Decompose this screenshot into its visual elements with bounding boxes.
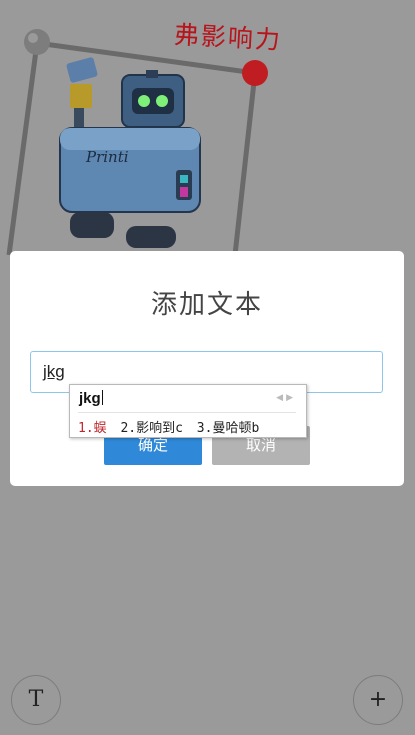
ime-candidate-list: 1.蜈 2.影响到c 3.曼哈顿b — [78, 417, 265, 436]
text-tool-button[interactable]: T — [11, 675, 61, 725]
ime-candidate-popup: jkg ◀▶ 1.蜈 2.影响到c 3.曼哈顿b — [69, 384, 307, 438]
frame-line-right — [232, 72, 258, 256]
input-value: jkg — [43, 362, 65, 381]
delete-handle-icon[interactable] — [242, 60, 268, 86]
ime-candidate-3[interactable]: 3.曼哈顿b — [197, 421, 259, 436]
ime-candidate-2[interactable]: 2.影响到c — [120, 421, 182, 436]
ime-composition: jkg — [79, 390, 103, 407]
add-text-dialog: 添加文本 jkg 确定 取消 — [10, 251, 404, 486]
svg-text:Printi: Printi — [85, 148, 129, 166]
add-button[interactable]: + — [353, 675, 403, 725]
dialog-title: 添加文本 — [150, 290, 263, 320]
ime-candidate-1[interactable]: 1.蜈 — [78, 421, 107, 436]
frame-line-left — [6, 42, 40, 256]
robot-illustration: Printi — [59, 57, 201, 248]
rotate-handle-icon[interactable] — [24, 29, 50, 55]
art-text-layer[interactable]: 弗影响力 — [173, 15, 283, 57]
ime-page-arrows-icon[interactable]: ◀▶ — [276, 393, 296, 403]
